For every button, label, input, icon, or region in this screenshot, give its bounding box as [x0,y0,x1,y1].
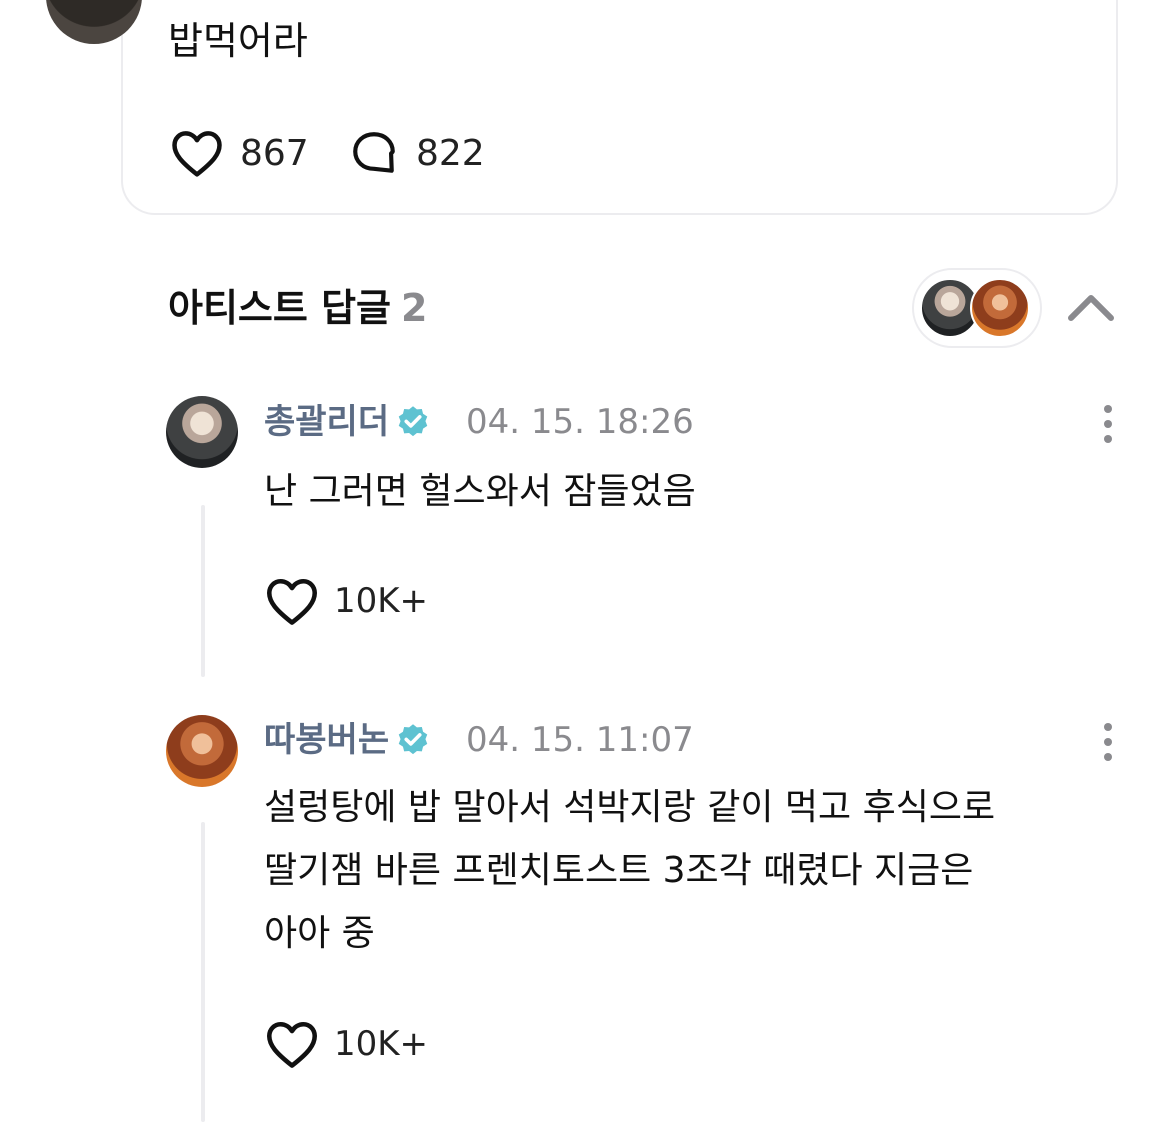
artist-replies-count: 2 [401,286,428,330]
artist-replies-label: 아티스트 답글 [168,286,391,330]
heart-icon [267,1021,317,1068]
post-like-button[interactable]: 867 [170,128,309,178]
reply-1-line: 난 그러면 헐스와서 잠들었음 [264,471,696,512]
artist-avatars-pill[interactable] [912,268,1042,348]
verified-badge-icon [398,724,428,755]
reply-1-timestamp: 04. 15. 18:26 [466,402,694,442]
artist-avatar-2 [970,278,1030,338]
reply-2-author[interactable]: 따봉버논 [264,718,431,762]
reply-2-thread-line [201,822,205,1122]
comment-bubble-icon [353,132,395,173]
reply-2-avatar[interactable] [166,715,238,787]
more-vertical-icon[interactable] [1100,405,1116,450]
chevron-up-icon[interactable] [1066,290,1116,324]
reply-2-timestamp: 04. 15. 11:07 [466,720,694,760]
reply-2-like-button[interactable]: 10K+ [264,1019,428,1069]
post-like-count: 867 [240,132,309,174]
reply-1-author[interactable]: 총괄리더 [264,400,431,444]
reply-1-like-count: 10K+ [334,581,429,621]
post-text: 밥먹어라 [168,19,308,63]
post-comment-button[interactable]: 822 [348,128,485,178]
reply-2-author-name: 따봉버논 [264,720,390,760]
reply-1-text: 난 그러면 헐스와서 잠들었음 [264,460,696,523]
reply-2-line: 딸기잼 바른 프렌치토스트 3조각 때렸다 지금은 [264,850,974,891]
reply-2-like-count: 10K+ [334,1024,429,1064]
reply-2-line: 설렁탕에 밥 말아서 석박지랑 같이 먹고 후식으로 [264,787,996,828]
reply-1-avatar[interactable] [166,396,238,468]
heart-icon [267,578,317,625]
more-vertical-icon[interactable] [1100,723,1116,768]
artist-replies-title: 아티스트 답글 2 [168,280,427,336]
heart-icon [172,131,222,177]
reply-1-thread-line [201,505,205,677]
verified-badge-icon [398,406,428,437]
reply-2-line: 아아 중 [264,913,375,954]
reply-1-author-name: 총괄리더 [264,402,390,442]
reply-2-text: 설렁탕에 밥 말아서 석박지랑 같이 먹고 후식으로 딸기잼 바른 프렌치토스트… [264,776,995,965]
reply-1-like-button[interactable]: 10K+ [264,576,428,626]
post-comment-count: 822 [416,132,485,174]
